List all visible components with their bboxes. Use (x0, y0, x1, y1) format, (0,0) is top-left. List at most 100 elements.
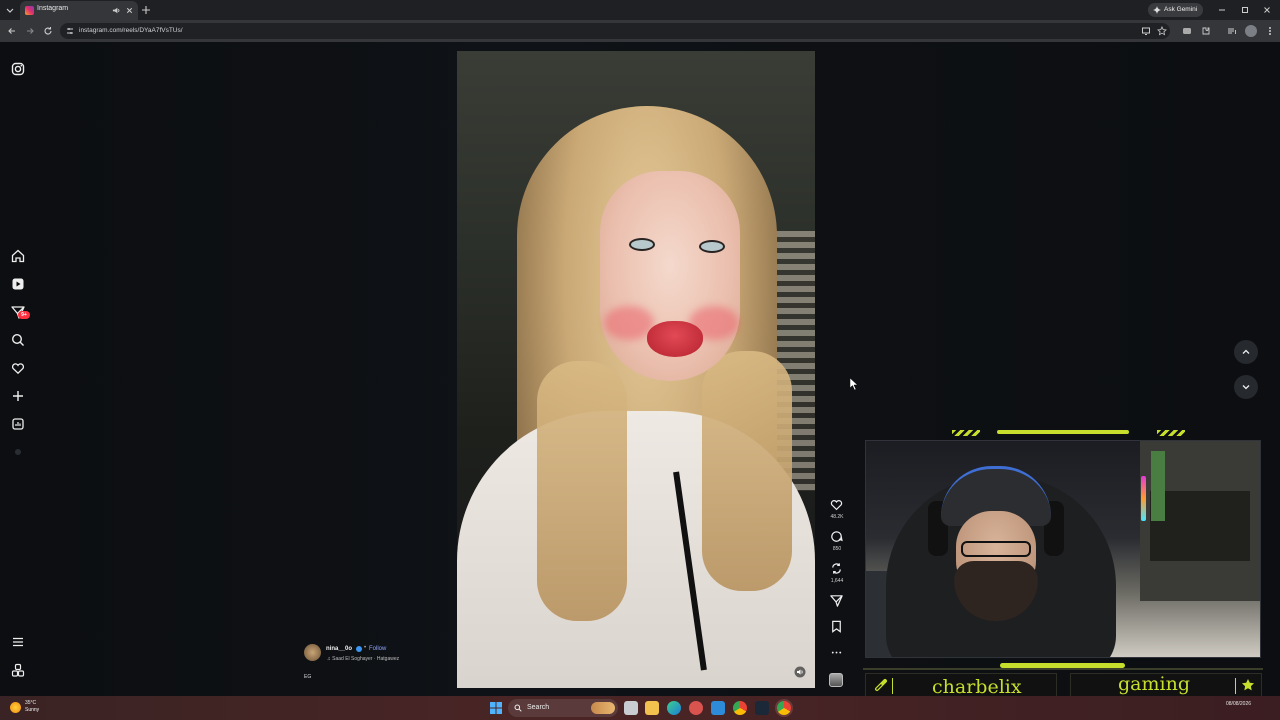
share-send-icon[interactable] (829, 593, 844, 608)
meta-icon[interactable] (10, 662, 26, 678)
weather-description: Sunny (25, 707, 40, 713)
file-explorer-icon[interactable] (645, 701, 659, 715)
dashboard-icon[interactable] (10, 416, 26, 432)
heart-icon[interactable] (10, 360, 26, 376)
puzzle-extensions-icon[interactable] (1200, 25, 1212, 37)
forward-arrow-icon[interactable] (24, 25, 36, 37)
tab-instagram[interactable]: Instagram (20, 1, 138, 20)
search-highlight-art (591, 702, 615, 714)
follow-button[interactable]: Follow (369, 646, 386, 652)
bookmark-star-icon[interactable] (1157, 26, 1167, 36)
webcam-plant (1151, 451, 1165, 521)
like-heart-icon[interactable] (829, 497, 844, 512)
messages-badge: 9+ (18, 311, 30, 319)
audio-track[interactable]: ♫ Saad El Soghayer · Hatgawez (327, 656, 399, 662)
streamer-name-plate: charbelix (865, 673, 1057, 698)
reel-caption: EG (304, 674, 312, 680)
overlay-bar-bottom (1000, 663, 1125, 668)
webcam-rgb-light (1141, 476, 1146, 521)
hair-strand-right (702, 351, 792, 591)
overlay-stripe-left (952, 430, 980, 436)
pill-icon (875, 679, 887, 691)
eye-left (629, 238, 655, 251)
site-info-icon[interactable] (65, 26, 75, 36)
media-controls-icon[interactable] (1226, 25, 1238, 37)
author-avatar[interactable] (304, 644, 321, 661)
app-icon-red[interactable] (689, 701, 703, 715)
clock-date: 08/08/2026 (1226, 701, 1252, 707)
search-icon[interactable] (10, 332, 26, 348)
tab-audio-icon[interactable] (112, 6, 121, 15)
window-close-icon[interactable] (1261, 4, 1273, 16)
weather-widget[interactable]: 35°C Sunny (25, 700, 39, 714)
edge-icon[interactable] (667, 701, 681, 715)
repost-icon[interactable] (829, 561, 844, 576)
ask-gemini-button[interactable]: Ask Gemini (1148, 3, 1204, 17)
taskbar-search[interactable]: Search (508, 699, 618, 717)
overlay-stripe-right (1157, 430, 1185, 436)
webcam-shelf (1150, 491, 1250, 561)
system-clock[interactable]: 08/08/2026 (1226, 701, 1251, 708)
stream-category: gaming (1118, 673, 1190, 695)
task-view-icon[interactable] (624, 701, 638, 715)
windows-taskbar: 35°C Sunny Search 08/08/2026 (0, 696, 1280, 720)
back-arrow-icon[interactable] (6, 25, 18, 37)
sidebar-spacer-dot (15, 449, 21, 455)
author-username[interactable]: nina__0o (326, 646, 352, 652)
chrome-active-icon[interactable] (777, 701, 791, 715)
chevron-down-icon (1242, 385, 1250, 390)
tab-search-chevron-icon[interactable] (4, 4, 16, 16)
windows-start-icon[interactable] (490, 702, 502, 714)
weather-temperature: 35°C (25, 700, 37, 706)
glasses (961, 541, 1031, 557)
mouse-cursor-icon (850, 378, 858, 390)
extension-icon[interactable] (1181, 25, 1193, 37)
audio-track-label: Saad El Soghayer · Hatgawez (332, 656, 400, 662)
overlay-line (863, 668, 1263, 670)
profile-avatar[interactable] (1245, 25, 1257, 37)
audio-toggle-icon[interactable] (794, 666, 806, 678)
menu-icon[interactable] (10, 634, 26, 650)
browser-menu-icon[interactable] (1264, 25, 1276, 37)
repost-count: 1,644 (830, 578, 844, 584)
url-text: instagram.com/reels/DYaA7fVsTUs/ (79, 26, 183, 34)
more-options-icon[interactable] (829, 645, 844, 660)
sun-weather-icon[interactable] (10, 702, 21, 713)
instagram-logo-icon[interactable] (10, 61, 26, 77)
steam-icon[interactable] (755, 701, 769, 715)
comment-icon[interactable] (829, 529, 844, 544)
chevron-up-icon (1242, 349, 1250, 354)
reel-video[interactable] (457, 51, 815, 688)
plus-icon[interactable] (10, 388, 26, 404)
reload-icon[interactable] (42, 25, 54, 37)
tab-title: Instagram (37, 5, 69, 12)
hair-strand-left (537, 361, 627, 621)
eye-right (699, 240, 725, 253)
minimize-icon[interactable] (1216, 4, 1228, 16)
like-count: 48.2K (830, 514, 844, 520)
chrome-icon[interactable] (733, 701, 747, 715)
audio-thumbnail[interactable] (829, 673, 843, 687)
previous-reel-button[interactable] (1234, 340, 1258, 364)
home-icon[interactable] (10, 248, 26, 264)
install-app-icon[interactable] (1141, 26, 1151, 36)
tab-close-icon[interactable] (125, 6, 134, 15)
streamer-name: charbelix (932, 676, 1022, 698)
search-label: Search (527, 704, 550, 711)
lips (647, 321, 703, 357)
webcam-overlay: charbelix gaming (857, 430, 1271, 706)
restore-icon[interactable] (1239, 4, 1251, 16)
ask-gemini-label: Ask Gemini (1164, 6, 1198, 13)
new-tab-icon[interactable] (141, 5, 151, 15)
author-separator: • (364, 645, 367, 651)
store-icon[interactable] (711, 701, 725, 715)
name-separator (892, 678, 893, 694)
next-reel-button[interactable] (1234, 375, 1258, 399)
webcam-feed (865, 440, 1261, 658)
verified-badge-icon (356, 646, 362, 652)
reels-icon[interactable] (10, 276, 26, 292)
gemini-sparkle-icon (1153, 6, 1161, 14)
browser-tab-bar: Instagram Ask Gemini (0, 0, 1280, 20)
address-bar[interactable]: instagram.com/reels/DYaA7fVsTUs/ (60, 23, 1170, 39)
save-bookmark-icon[interactable] (829, 619, 844, 634)
